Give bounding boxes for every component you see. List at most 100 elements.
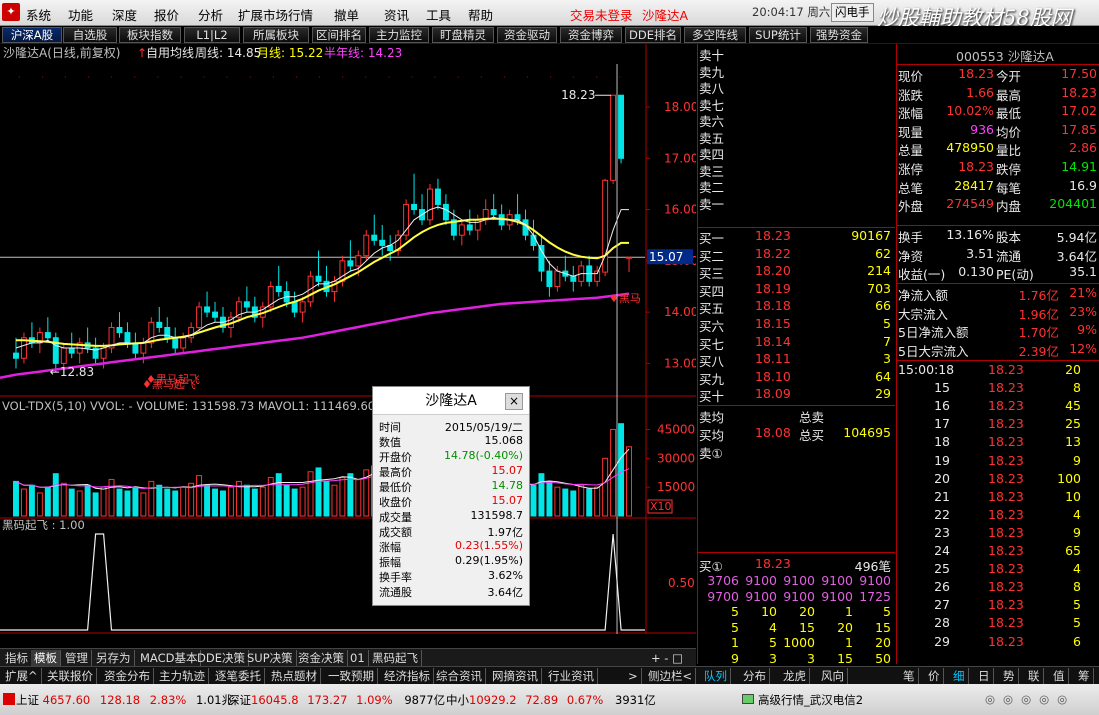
popup-row: 成交量 131598.7: [377, 509, 527, 524]
menu-2[interactable]: 深度: [112, 5, 137, 24]
indicator-tab-9[interactable]: 黑码起飞: [369, 650, 422, 666]
zx-index[interactable]: 中小10929.2 72.89 0.67% 3931亿: [446, 692, 656, 708]
book-tab-3[interactable]: 风向: [818, 668, 848, 684]
menu-5[interactable]: 扩展市场行情: [238, 5, 313, 24]
volume-bar: [355, 478, 362, 517]
popup-value: 15.07: [491, 464, 524, 477]
quote-key: 涨停: [898, 162, 924, 177]
quote-tab-2[interactable]: 细: [950, 668, 969, 684]
tick-price: 18.23: [988, 615, 1024, 631]
kline-chart-svg[interactable]: 18.0017.0016.0015.0014.0013.00沙隆达A(日线,前复…: [0, 44, 698, 647]
quote-tab-5[interactable]: 联: [1025, 668, 1044, 684]
current-stock-name: 沙隆达A: [642, 8, 689, 23]
book-tab-1[interactable]: 分布: [740, 668, 770, 684]
toolbar-tab-5[interactable]: 区间排名: [312, 27, 366, 43]
indicator-tab-8[interactable]: 01: [347, 650, 369, 666]
zoom-buttons[interactable]: + - □: [648, 650, 686, 666]
month-ma-label: 月线: 15.22: [257, 46, 323, 60]
info-tab-3[interactable]: 主力轨迹: [156, 668, 209, 684]
menu-9[interactable]: 帮助: [468, 5, 493, 24]
candle-body: [610, 94, 617, 181]
sz-index[interactable]: 深证16045.8 173.27 1.09% 9877亿: [228, 692, 445, 708]
sh-index[interactable]: 上证 4657.60 128.18 2.83% 1.01兆: [16, 692, 233, 708]
bid-level-label: 买九: [699, 371, 725, 387]
menu-3[interactable]: 报价: [154, 5, 179, 24]
info-tab-7[interactable]: 经济指标: [381, 668, 434, 684]
quote-tab-6[interactable]: 值: [1050, 668, 1069, 684]
toolbar-tab-13[interactable]: 强势资金: [810, 27, 868, 43]
indicator-tab-6[interactable]: SUP决策: [244, 650, 297, 666]
info-tab-1[interactable]: 关联报价: [44, 668, 97, 684]
toolbar-tab-6[interactable]: 主力监控: [369, 27, 429, 43]
indicator-tab-3[interactable]: 另存为: [93, 650, 135, 666]
info-tab-11[interactable]: >: [625, 668, 642, 684]
year-label: 2014年: [2, 633, 41, 634]
toolbar-tab-0[interactable]: 沪深A股: [2, 27, 62, 43]
menu-7[interactable]: 资讯: [384, 5, 409, 24]
toolbar-tab-12[interactable]: SUP统计: [749, 27, 807, 43]
info-tab-2[interactable]: 资金分布: [101, 668, 154, 684]
info-tab-4[interactable]: 逐笔委托: [212, 668, 265, 684]
quote-value: 17.02: [1061, 103, 1097, 119]
bid-level-label: 买五: [699, 301, 725, 317]
toolbar-tab-7[interactable]: 盯盘精灵: [432, 27, 494, 43]
x10-label[interactable]: X10: [650, 500, 672, 513]
indicator-tab-5[interactable]: DDE决策: [194, 650, 249, 666]
info-tab-5[interactable]: 热点题材: [268, 668, 321, 684]
indicator-tab-7[interactable]: 资金决策: [295, 650, 348, 666]
popup-value: 0.23(1.55%): [454, 539, 523, 552]
ma-label[interactable]: 自用均线: [146, 46, 194, 60]
candle-body: [44, 332, 51, 339]
popup-close-button[interactable]: ×: [505, 393, 523, 410]
candle-body: [124, 332, 131, 344]
queue-cell: 5: [883, 604, 891, 619]
indicator-tab-2[interactable]: 管理: [62, 650, 92, 666]
indicator-tab-1[interactable]: 模板: [31, 650, 61, 666]
app-logo-icon[interactable]: ✦: [2, 3, 20, 21]
menu-4[interactable]: 分析: [198, 5, 223, 24]
info-tab-9[interactable]: 网摘资讯: [489, 668, 542, 684]
quote-value: 3.51: [966, 245, 994, 261]
toolbar-tab-2[interactable]: 板块指数: [119, 27, 181, 43]
book-tab-0[interactable]: 队列: [701, 668, 731, 684]
trade-login-status[interactable]: 交易未登录: [570, 5, 633, 24]
menu-8[interactable]: 工具: [426, 5, 451, 24]
info-tab-8[interactable]: 综合资讯: [433, 668, 486, 684]
info-tab-10[interactable]: 行业资讯: [545, 668, 598, 684]
info-tab-0[interactable]: 扩展^: [2, 668, 42, 684]
info-tab-12[interactable]: 侧边栏<: [645, 668, 697, 684]
quote-tab-3[interactable]: 日: [975, 668, 994, 684]
sh-pct: 2.83%: [149, 693, 187, 707]
period-label[interactable]: 日线: [657, 633, 680, 647]
kline-chart-panel[interactable]: 18.0017.0016.0015.0014.0013.00沙隆达A(日线,前复…: [0, 44, 698, 647]
tick-price: 18.23: [988, 434, 1024, 450]
quote-tab-7[interactable]: 筹: [1075, 668, 1094, 684]
sh-label: 上证: [16, 693, 39, 707]
candle-body: [458, 224, 465, 236]
toolbar-tab-1[interactable]: 自选股: [63, 27, 117, 43]
menu-6[interactable]: 撤单: [334, 5, 359, 24]
quote-key: 涨幅: [898, 106, 924, 122]
toolbar-tab-10[interactable]: DDE排名: [625, 27, 681, 43]
server-name[interactable]: 高级行情_武汉电信2: [758, 692, 863, 708]
toolbar-tab-9[interactable]: 资金博弈: [560, 27, 622, 43]
data-window-popup[interactable]: 沙隆达A × 时间 2015/05/19/二 数值 15.068 开盘价 14.78(-0…: [372, 386, 530, 606]
toolbar-tab-3[interactable]: L1|L2: [184, 27, 240, 43]
indicator-tab-0[interactable]: 指标: [2, 650, 32, 666]
book-tab-2[interactable]: 龙虎: [780, 668, 810, 684]
menu-0[interactable]: 系统: [26, 5, 51, 24]
flash-trade-button[interactable]: 闪电手: [831, 3, 874, 22]
sell1-queue-label: 卖①: [699, 446, 723, 461]
toolbar-tab-8[interactable]: 资金驱动: [497, 27, 557, 43]
signal-label-3: ♦黑马: [609, 292, 641, 305]
menu-1[interactable]: 功能: [68, 5, 93, 24]
queue-cell: 1: [845, 604, 853, 619]
toolbar-tab-4[interactable]: 所属板块: [243, 27, 309, 43]
queue-cell: 3706: [707, 573, 739, 588]
toolbar-tab-11[interactable]: 多空阵线: [684, 27, 746, 43]
info-tab-6[interactable]: 一致预期: [325, 668, 378, 684]
quote-tab-4[interactable]: 势: [1000, 668, 1019, 684]
quote-tab-0[interactable]: 笔: [900, 668, 919, 684]
indicator-tab-4[interactable]: MACD基本: [137, 650, 202, 666]
quote-tab-1[interactable]: 价: [925, 668, 944, 684]
